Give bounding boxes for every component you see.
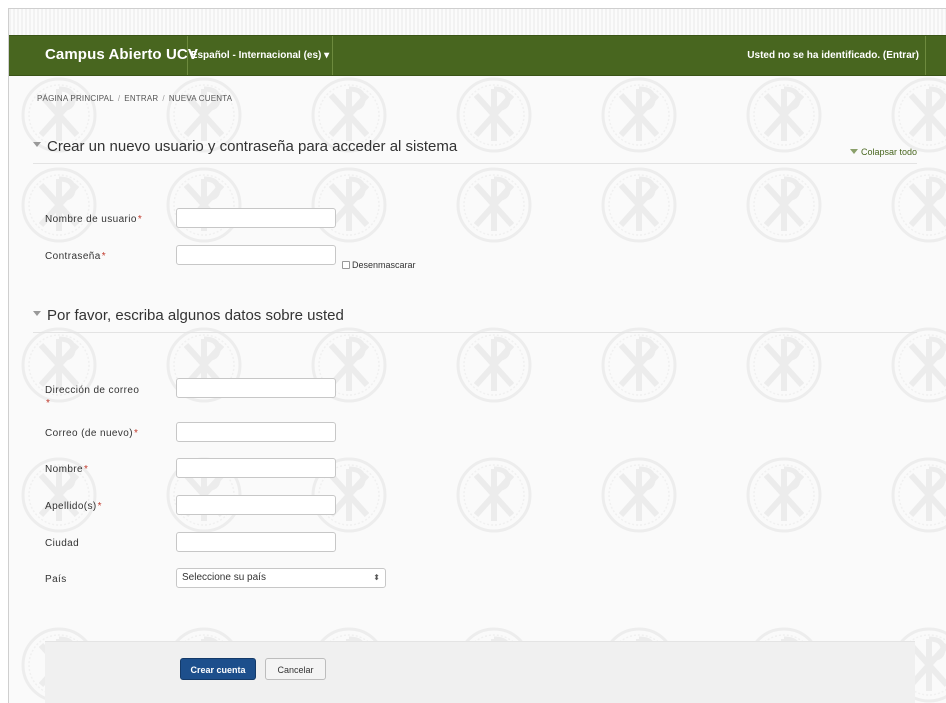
firstname-input[interactable] [176,458,336,478]
password-input[interactable] [176,245,336,265]
unmask-label: Desenmascarar [352,260,416,270]
section-details-title: Por favor, escriba algunos datos sobre u… [47,307,344,324]
browser-strip [9,9,946,35]
collapse-all-label: Colapsar todo [860,147,917,157]
required-mark: * [137,214,143,225]
email-label-text: Dirección de correo [45,385,140,396]
username-label-text: Nombre de usuario [45,214,137,225]
select-arrows-icon: ⬍ [373,573,380,582]
navbar: Campus Abierto UCV Español - Internacion… [9,35,946,76]
navbar-divider [925,36,926,75]
username-label: Nombre de usuario* [45,214,142,225]
lastname-label: Apellido(s)* [45,501,102,512]
required-mark: * [133,428,139,439]
expand-triangle-icon [33,311,41,316]
checkbox-icon [342,261,350,269]
site-brand[interactable]: Campus Abierto UCV [45,36,198,75]
breadcrumb-home[interactable]: PÁGINA PRINCIPAL [37,94,114,103]
required-mark: * [83,464,89,475]
city-label: Ciudad [45,538,80,549]
required-mark: * [97,501,102,512]
section-divider [33,163,917,164]
email2-label-text: Correo (de nuevo) [45,428,133,439]
section-divider [33,332,917,333]
firstname-label: Nombre* [45,464,88,475]
email-input[interactable] [176,378,336,398]
breadcrumb-separator: / [162,94,165,103]
lastname-input[interactable] [176,495,336,515]
cancel-button[interactable]: Cancelar [265,658,326,680]
breadcrumb: PÁGINA PRINCIPAL / ENTRAR / NUEVA CUENTA [37,94,232,103]
expand-triangle-icon [33,142,41,147]
breadcrumb-current: NUEVA CUENTA [168,94,233,103]
email-label: Dirección de correo * [45,384,155,410]
required-mark: * [101,251,106,262]
section-account-title: Crear un nuevo usuario y contraseña para… [47,138,458,155]
username-input[interactable] [176,208,336,228]
collapse-all-link[interactable]: Colapsar todo [849,147,917,157]
city-input[interactable] [176,532,336,552]
required-mark: * [46,398,51,409]
password-label: Contraseña* [45,251,106,262]
collapse-triangle-icon [849,149,858,154]
language-label: Español - Internacional (es) [190,50,322,61]
form-actions: Crear cuenta Cancelar [45,641,915,703]
email2-label: Correo (de nuevo)* [45,428,138,439]
email2-input[interactable] [176,422,336,442]
breadcrumb-separator: / [117,94,121,103]
section-details-header[interactable]: Por favor, escriba algunos datos sobre u… [33,307,344,324]
breadcrumb-login[interactable]: ENTRAR [124,94,158,103]
lastname-label-text: Apellido(s) [45,501,97,512]
section-account-header[interactable]: Crear un nuevo usuario y contraseña para… [33,138,457,155]
country-select[interactable]: Seleccione su país ⬍ [176,568,386,588]
login-link[interactable]: Usted no se ha identificado. (Entrar) [747,36,919,75]
page-frame: Campus Abierto UCV Español - Internacion… [8,8,946,703]
country-selected-value: Seleccione su país [182,572,266,583]
caret-down-icon: ▾ [324,50,330,61]
firstname-label-text: Nombre [45,464,83,475]
country-label: País [45,574,67,585]
create-account-button[interactable]: Crear cuenta [180,658,256,680]
password-label-text: Contraseña [45,251,101,262]
language-menu[interactable]: Español - Internacional (es) ▾ [187,36,333,75]
unmask-checkbox[interactable]: Desenmascarar [342,260,416,270]
